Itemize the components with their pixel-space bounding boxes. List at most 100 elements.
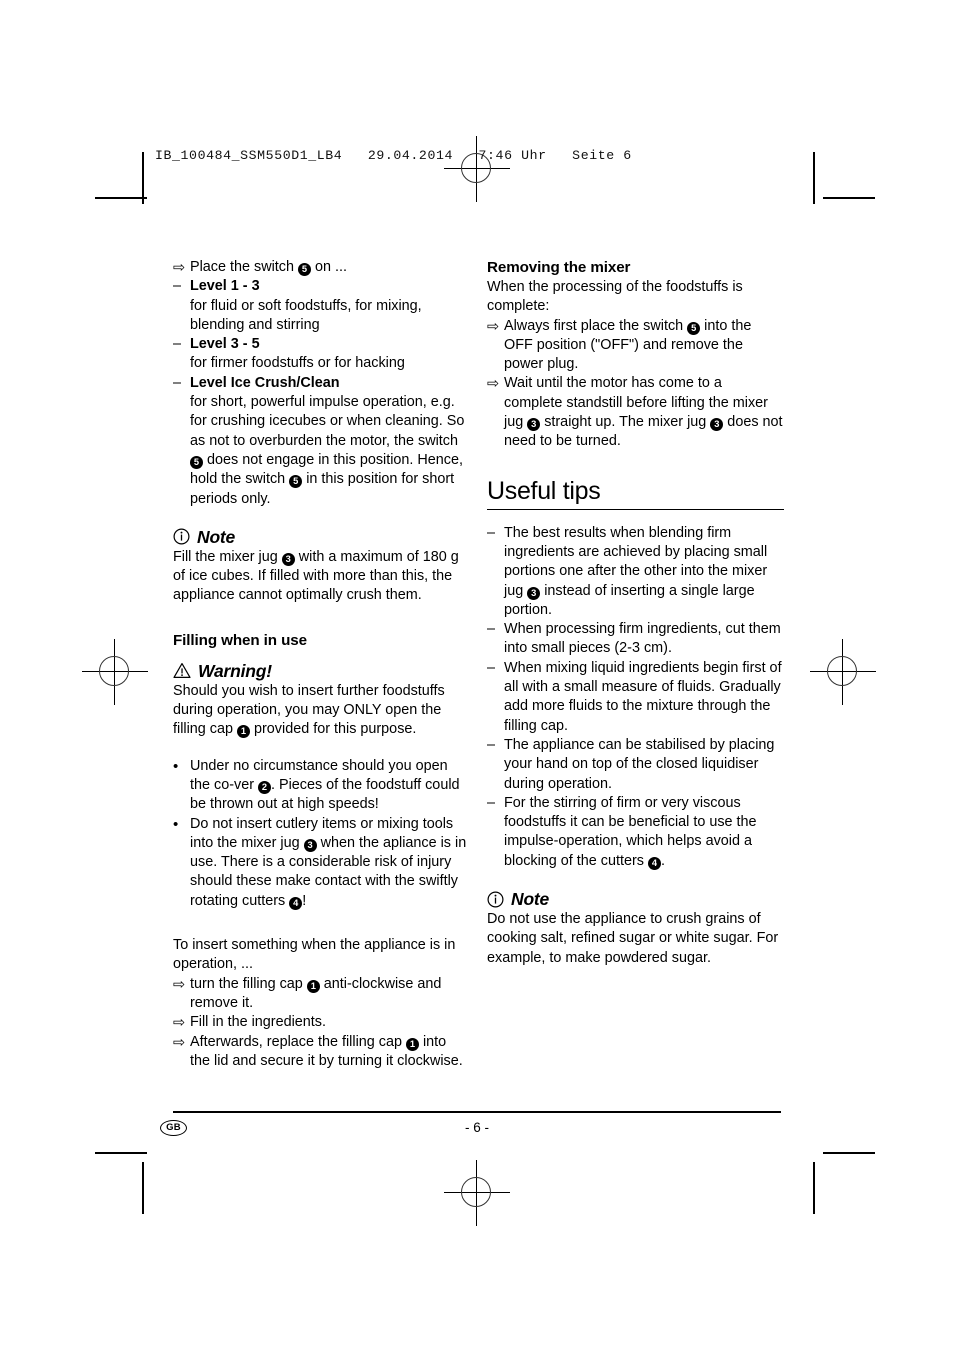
list-item-text: Do not insert cutlery items or mixing to… — [190, 815, 467, 910]
footer-rule — [173, 1111, 781, 1113]
bullet-icon: • — [173, 815, 179, 833]
insert-intro-text: To insert something when the appliance i… — [173, 937, 456, 973]
info-circle-icon — [487, 891, 504, 908]
print-header-line: IB_100484_SSM550D1_LB4 29.04.2014 7:46 U… — [155, 148, 632, 163]
tip-text: The appliance can be stabilised by placi… — [504, 736, 775, 792]
dash-icon: – — [487, 794, 496, 811]
insert-step-text: Afterwards, replace the filling cap 1 in… — [190, 1033, 463, 1069]
tip-text: The best results when blending firm ingr… — [504, 524, 768, 618]
switch-instruction-text: Place the switch 5 on ... — [190, 259, 347, 276]
level-title: Level 3 - 5 — [190, 336, 260, 353]
switch-instruction-step: ⇨ Place the switch 5 on ... — [173, 258, 470, 277]
arrow-right-icon: ⇨ — [487, 318, 500, 335]
level-title: Level 1 - 3 — [190, 278, 260, 295]
arrow-right-icon: ⇨ — [173, 260, 186, 276]
useful-tips-heading: Useful tips — [487, 476, 601, 505]
dash-icon: – — [487, 736, 496, 753]
ref-badge: 4 — [289, 896, 303, 910]
insert-step: ⇨ Afterwards, replace the filling cap 1 … — [173, 1033, 470, 1072]
arrow-right-icon: ⇨ — [487, 376, 500, 393]
ref-badge: 4 — [647, 856, 661, 870]
filling-section-heading: Filling when in use — [173, 631, 307, 649]
list-item: • Do not insert cutlery items or mixing … — [173, 815, 470, 911]
ref-badge: 2 — [257, 780, 271, 794]
level-description: for firmer foodstuffs or for hacking — [190, 355, 405, 372]
level-description: for fluid or soft foodstuffs, for mixing… — [190, 297, 422, 333]
level-item: – Level 1 - 3 — [173, 277, 470, 296]
insert-step: ⇨ turn the filling cap 1 anti-clockwise … — [173, 975, 470, 1014]
tip-item: – The appliance can be stabilised by pla… — [487, 736, 784, 794]
level-item: – Level 3 - 5 — [173, 335, 470, 354]
left-text-column: ⇨ Place the switch 5 on ... – Level 1 - … — [173, 258, 470, 1071]
ref-badge: 1 — [237, 725, 250, 739]
tip-text: When processing firm ingredients, cut th… — [504, 621, 781, 657]
ref-badge: 5 — [297, 263, 311, 276]
ref-badge: 3 — [710, 418, 724, 432]
dash-icon: – — [487, 524, 496, 541]
warning-triangle-icon — [173, 662, 191, 679]
level-description-wrap: for short, powerful impulse operation, e… — [173, 393, 470, 509]
list-item-text: Under no circumstance should you open th… — [190, 757, 460, 813]
ref-badge: 1 — [405, 1037, 419, 1051]
insert-step: ⇨ Fill in the ingredients. — [173, 1013, 470, 1032]
registration-mark-top-center — [444, 136, 510, 202]
page-number: - 6 - — [464, 1120, 489, 1135]
tip-item: – When mixing liquid ingredients begin f… — [487, 659, 784, 736]
arrow-right-icon: ⇨ — [173, 1015, 186, 1032]
tip-text: For the stirring of firm or very viscous… — [504, 794, 757, 870]
insert-step-text: turn the filling cap 1 anti-clockwise an… — [190, 975, 442, 1011]
crop-mark-bottom-left-horizontal — [95, 1152, 147, 1154]
removing-step: ⇨ Wait until the motor has come to a com… — [487, 374, 784, 451]
tip-text: When mixing liquid ingredients begin fir… — [504, 659, 782, 734]
crop-mark-bottom-left-vertical — [142, 1162, 144, 1214]
note-body-text: Do not use the appliance to crush grains… — [487, 911, 779, 966]
ref-badge: 5 — [289, 475, 303, 489]
warning-body-text: Should you wish to insert further foodst… — [173, 682, 445, 739]
removing-section-heading: Removing the mixer — [487, 259, 631, 276]
level-description-wrap: for fluid or soft foodstuffs, for mixing… — [173, 297, 470, 336]
ref-badge: 3 — [527, 586, 541, 600]
right-text-column: Removing the mixer When the processing o… — [487, 258, 784, 968]
crop-mark-bottom-right-vertical — [813, 1162, 815, 1214]
ref-badge: 5 — [687, 321, 701, 335]
note-title-text: Note — [511, 889, 550, 910]
ref-badge: 3 — [281, 552, 295, 566]
warning-callout-title: Warning! — [173, 660, 470, 682]
crop-mark-top-right-horizontal — [823, 197, 875, 199]
dash-icon: – — [487, 659, 496, 676]
dash-icon: – — [173, 336, 182, 353]
removing-step-text: Wait until the motor has come to a compl… — [504, 375, 783, 450]
removing-step-text: Always first place the switch 5 into the… — [504, 317, 752, 373]
useful-tips-heading-rule — [487, 508, 784, 510]
tip-item: – When processing firm ingredients, cut … — [487, 620, 784, 659]
note-title-text: Note — [197, 526, 236, 547]
bullet-icon: • — [173, 757, 179, 775]
ref-badge: 3 — [303, 838, 317, 852]
ref-badge: 5 — [190, 455, 203, 469]
level-item: – Level Ice Crush/Clean — [173, 374, 470, 393]
removing-step: ⇨ Always first place the switch 5 into t… — [487, 317, 784, 375]
registration-mark-right-middle — [810, 639, 876, 705]
level-description-wrap: for firmer foodstuffs or for hacking — [173, 354, 470, 373]
registration-mark-bottom-center — [444, 1160, 510, 1226]
level-title: Level Ice Crush/Clean — [190, 374, 340, 391]
crop-mark-top-left-horizontal — [95, 197, 147, 199]
note-callout-title: Note — [487, 888, 784, 910]
tip-item: – The best results when blending firm in… — [487, 524, 784, 620]
info-circle-icon — [173, 528, 190, 545]
note-body-text: Fill the mixer jug 3 with a maximum of 1… — [173, 548, 459, 604]
warning-title-text: Warning! — [198, 660, 272, 681]
crop-mark-top-right-vertical — [813, 152, 815, 204]
dash-icon: – — [487, 621, 496, 638]
list-item: • Under no circumstance should you open … — [173, 757, 470, 815]
arrow-right-icon: ⇨ — [173, 976, 186, 993]
ref-badge: 1 — [306, 979, 320, 993]
crop-mark-bottom-right-horizontal — [823, 1152, 875, 1154]
dash-icon: – — [173, 374, 182, 391]
insert-step-text: Fill in the ingredients. — [190, 1014, 326, 1031]
level-description: for short, powerful impulse operation, e… — [190, 394, 465, 507]
note-callout-title: Note — [173, 526, 470, 548]
removing-intro-text: When the processing of the foodstuffs is… — [487, 279, 743, 315]
arrow-right-icon: ⇨ — [173, 1034, 186, 1051]
ref-badge: 3 — [527, 418, 541, 432]
